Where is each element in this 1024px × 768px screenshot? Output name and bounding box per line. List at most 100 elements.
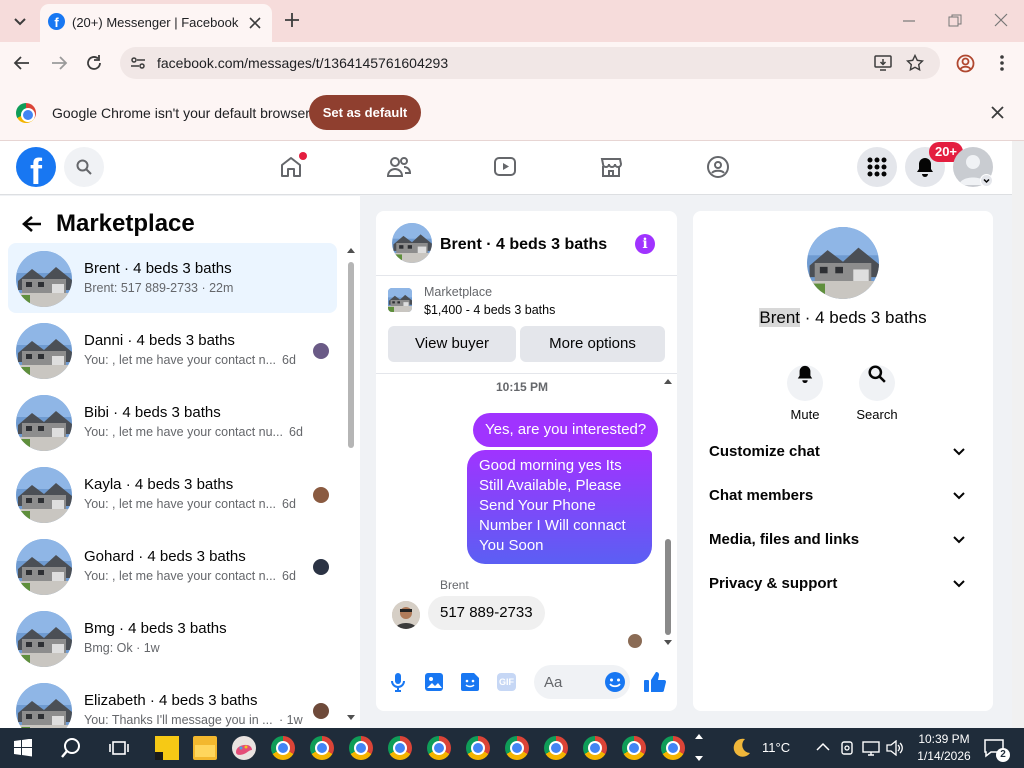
friends-icon[interactable] xyxy=(386,155,412,179)
messages-scrollbar[interactable] xyxy=(663,377,673,647)
scroll-up-icon[interactable] xyxy=(345,246,357,254)
page-scrollbar[interactable] xyxy=(1012,141,1024,728)
address-bar[interactable]: facebook.com/messages/t/1364145761604293 xyxy=(120,47,940,79)
chrome-app-icon[interactable] xyxy=(271,736,295,760)
chrome-app-icon[interactable] xyxy=(310,736,334,760)
outgoing-message[interactable]: Yes, are you interested? xyxy=(473,413,659,447)
sticky-notes-icon[interactable] xyxy=(155,736,179,760)
details-section-2[interactable]: Chat members xyxy=(709,487,981,511)
outgoing-message[interactable]: Good morning yes Its Still Available, Ple… xyxy=(467,450,652,564)
moon-weather-icon[interactable] xyxy=(730,737,752,759)
people-tray-icon[interactable] xyxy=(840,740,854,756)
details-section-3[interactable]: Media, files and links xyxy=(709,531,981,555)
conversation-preview: You: , let me have your contact n... xyxy=(84,569,277,583)
emoji-icon[interactable] xyxy=(604,671,626,693)
chrome-app-icon[interactable] xyxy=(544,736,568,760)
clock-time[interactable]: 10:39 PM xyxy=(914,732,974,746)
scroll-thumb[interactable] xyxy=(665,539,671,635)
site-settings-icon[interactable] xyxy=(130,55,146,71)
back-arrow-icon[interactable] xyxy=(13,54,31,72)
sender-avatar[interactable] xyxy=(392,601,420,629)
taskbar-scroll-up-icon[interactable] xyxy=(694,732,704,740)
taskbar-scroll-down-icon[interactable] xyxy=(694,755,704,763)
forward-arrow-icon[interactable] xyxy=(50,54,68,72)
close-infobar-icon[interactable] xyxy=(991,106,1004,119)
weather-text[interactable]: 11°C xyxy=(762,740,790,755)
listing-avatar[interactable] xyxy=(807,227,879,299)
scroll-thumb[interactable] xyxy=(348,262,354,448)
conversation-item[interactable]: Bmg · 4 beds 3 baths Bmg: Ok · 1w xyxy=(8,603,337,673)
browser-tab[interactable]: f (20+) Messenger | Facebook xyxy=(40,4,272,42)
show-hidden-icons-icon[interactable] xyxy=(816,742,830,752)
listing-price[interactable]: $1,400 - 4 beds 3 baths xyxy=(424,303,555,317)
conversation-item[interactable]: Brent · 4 beds 3 baths Brent: 517 889-273… xyxy=(8,243,337,313)
chrome-app-icon[interactable] xyxy=(427,736,451,760)
chrome-app-icon[interactable] xyxy=(505,736,529,760)
tab-search-button[interactable] xyxy=(10,11,30,31)
photo-icon[interactable] xyxy=(424,672,444,692)
view-buyer-button[interactable]: View buyer xyxy=(388,326,516,362)
thumbs-up-icon[interactable] xyxy=(643,670,667,694)
back-arrow-icon[interactable] xyxy=(22,215,42,233)
incoming-message[interactable]: 517 889-2733 xyxy=(428,596,545,630)
details-section-4[interactable]: Privacy & support xyxy=(709,575,981,599)
close-window-icon[interactable] xyxy=(994,13,1008,27)
chrome-app-icon[interactable] xyxy=(661,736,685,760)
close-tab-icon[interactable] xyxy=(248,16,262,30)
groups-icon[interactable] xyxy=(706,155,730,179)
clock-date[interactable]: 1/14/2026 xyxy=(914,749,974,763)
chrome-app-icon[interactable] xyxy=(622,736,646,760)
chrome-menu-icon[interactable] xyxy=(994,54,1010,72)
conversation-item[interactable]: Bibi · 4 beds 3 baths You: , let me have … xyxy=(8,387,337,457)
chrome-app-icon[interactable] xyxy=(388,736,412,760)
marketplace-icon[interactable] xyxy=(599,155,623,179)
new-tab-icon[interactable] xyxy=(284,12,300,28)
account-menu-chevron[interactable] xyxy=(980,174,993,187)
search-button[interactable] xyxy=(64,147,104,187)
app-icon[interactable] xyxy=(232,736,256,760)
video-icon[interactable] xyxy=(493,155,517,179)
minimize-icon[interactable] xyxy=(902,14,916,28)
chat-avatar[interactable] xyxy=(392,223,432,263)
house-photo-icon xyxy=(807,227,879,299)
facebook-logo-icon[interactable]: f xyxy=(16,147,56,187)
volume-icon[interactable] xyxy=(886,740,904,756)
sticker-icon[interactable] xyxy=(460,672,480,692)
reload-icon[interactable] xyxy=(85,54,103,72)
windows-start-icon[interactable] xyxy=(14,739,32,757)
scroll-down-icon[interactable] xyxy=(663,639,673,647)
scroll-down-icon[interactable] xyxy=(345,714,357,722)
set-as-default-button[interactable]: Set as default xyxy=(309,95,421,130)
conversation-scrollbar[interactable] xyxy=(345,246,357,722)
chrome-app-icon[interactable] xyxy=(583,736,607,760)
chrome-app-icon[interactable] xyxy=(349,736,373,760)
chrome-app-icon[interactable] xyxy=(466,736,490,760)
install-app-icon[interactable] xyxy=(874,54,892,72)
scroll-up-icon[interactable] xyxy=(663,377,673,385)
info-button[interactable]: i xyxy=(635,234,655,254)
chat-details-panel: Brent · 4 beds 3 baths Mute Search Custo… xyxy=(693,211,993,711)
conversation-item[interactable]: Gohard · 4 beds 3 baths You: , let me hav… xyxy=(8,531,337,601)
menu-button[interactable] xyxy=(857,147,897,187)
chat-title[interactable]: Brent · 4 beds 3 baths xyxy=(440,236,607,254)
chevron-down-icon xyxy=(953,492,965,500)
microphone-icon[interactable] xyxy=(390,672,406,692)
taskbar-search-icon[interactable] xyxy=(60,737,82,759)
house-photo-icon xyxy=(388,288,412,312)
restore-icon[interactable] xyxy=(948,14,962,28)
mute-button[interactable]: Mute xyxy=(781,356,829,422)
gif-icon[interactable]: GIF xyxy=(497,673,516,691)
task-view-icon[interactable] xyxy=(109,738,129,758)
conversation-item[interactable]: Kayla · 4 beds 3 baths You: , let me have… xyxy=(8,459,337,529)
listing-thumbnail[interactable] xyxy=(388,288,412,312)
more-options-button[interactable]: More options xyxy=(520,326,665,362)
profile-icon[interactable] xyxy=(956,54,975,73)
network-icon[interactable] xyxy=(862,740,880,756)
file-explorer-icon[interactable] xyxy=(193,736,217,760)
conversation-item[interactable]: Danni · 4 beds 3 baths You: , let me have… xyxy=(8,315,337,385)
search-in-chat-button[interactable]: Search xyxy=(853,356,901,422)
conversation-avatar xyxy=(16,323,72,379)
mute-icon-wrap xyxy=(787,365,823,401)
bookmark-star-icon[interactable] xyxy=(906,54,924,72)
details-section-1[interactable]: Customize chat xyxy=(709,443,981,467)
